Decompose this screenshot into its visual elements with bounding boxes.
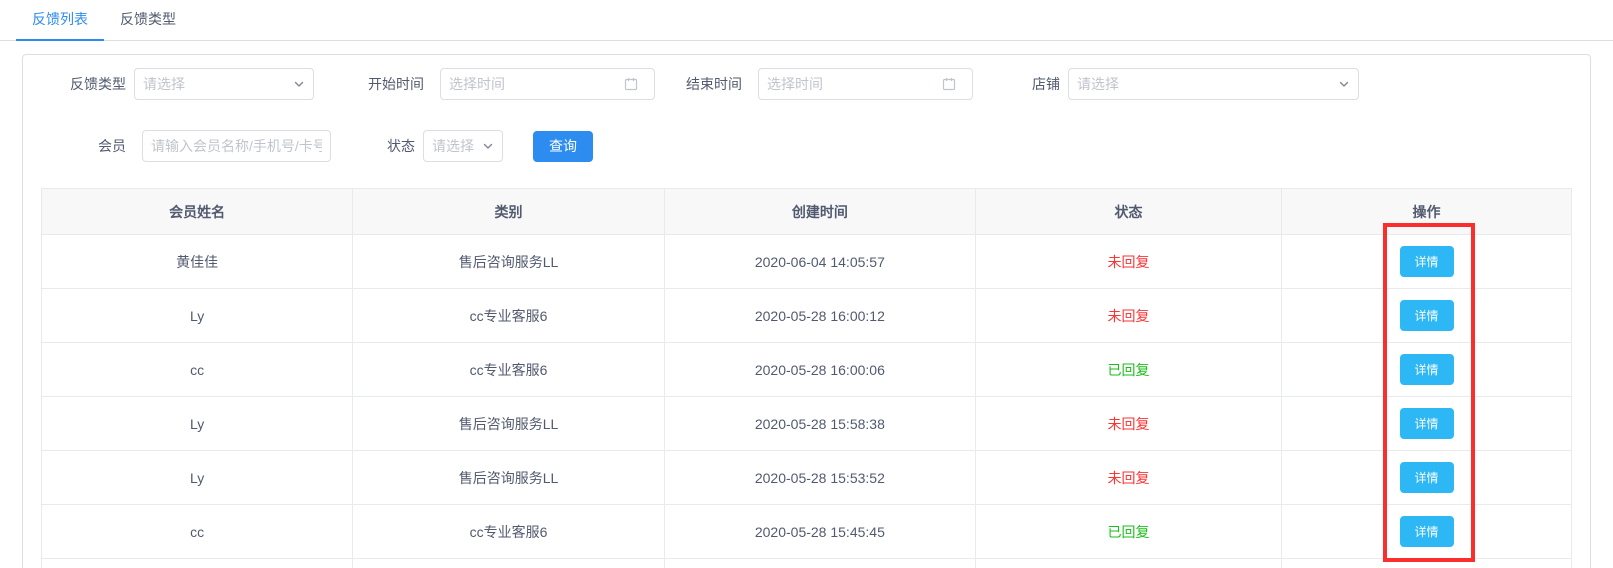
feedback-table-wrap: 会员姓名 类别 创建时间 状态 操作 黄佳佳 售后咨询服务LL 2020-06-…: [40, 188, 1572, 568]
calendar-icon: [942, 77, 956, 91]
category-cell: 售后咨询服务LL: [458, 415, 559, 432]
filter-row-1: 反馈类型 请选择 开始时间 结束时间 店铺 请选择: [41, 68, 1572, 100]
tab-feedback-type[interactable]: 反馈类型: [104, 0, 192, 41]
end-time-input[interactable]: [758, 68, 973, 100]
created-time-cell: 2020-05-28 15:53:52: [754, 469, 885, 486]
member-name-cell: Ly: [190, 415, 205, 432]
tab-feedback-list[interactable]: 反馈列表: [16, 0, 104, 41]
detail-button[interactable]: 详情: [1399, 246, 1454, 277]
col-header-created-time: 创建时间: [663, 188, 977, 235]
shop-select-placeholder: 请选择: [1077, 76, 1119, 92]
table-row: cc cc专业客服6 2020-05-28 16:00:06 已回复 详情: [40, 342, 1572, 397]
status-cell: 未回复: [1107, 307, 1150, 324]
col-header-status: 状态: [975, 188, 1283, 235]
category-cell: cc专业客服6: [469, 361, 548, 378]
detail-button[interactable]: 详情: [1399, 354, 1454, 385]
status-label: 状态: [387, 138, 415, 154]
category-cell: 售后咨询服务LL: [458, 469, 559, 486]
status-select[interactable]: 请选择: [423, 130, 503, 162]
status-cell: 未回复: [1107, 415, 1150, 432]
member-label: 会员: [98, 138, 126, 154]
table-header-row: 会员姓名 类别 创建时间 状态 操作: [40, 188, 1572, 235]
detail-button[interactable]: 详情: [1399, 516, 1454, 547]
table-row: [40, 558, 1572, 568]
created-time-cell: 2020-05-28 16:00:06: [754, 361, 885, 378]
feedback-type-select[interactable]: 请选择: [134, 68, 314, 100]
created-time-cell: 2020-06-04 14:05:57: [754, 253, 885, 270]
category-cell: cc专业客服6: [469, 523, 548, 540]
col-header-action: 操作: [1281, 188, 1572, 235]
chevron-down-icon: [482, 140, 494, 152]
table-row: Ly 售后咨询服务LL 2020-05-28 15:53:52 未回复 详情: [40, 450, 1572, 505]
created-time-cell: 2020-05-28 16:00:12: [754, 307, 885, 324]
created-time-cell: 2020-05-28 15:58:38: [754, 415, 885, 432]
feedback-type-select-placeholder: 请选择: [143, 76, 185, 92]
tab-bar: 反馈列表 反馈类型: [0, 0, 1613, 41]
member-name-cell: 黄佳佳: [176, 253, 219, 270]
status-cell: 未回复: [1107, 469, 1150, 486]
end-time-label: 结束时间: [686, 76, 742, 92]
member-name-cell: Ly: [190, 307, 205, 324]
member-input[interactable]: [142, 130, 331, 162]
category-cell: 售后咨询服务LL: [458, 253, 559, 270]
member-name-cell: cc: [190, 361, 205, 378]
start-time-input[interactable]: [440, 68, 655, 100]
detail-button[interactable]: 详情: [1399, 408, 1454, 439]
shop-select[interactable]: 请选择: [1068, 68, 1359, 100]
status-cell: 已回复: [1107, 523, 1150, 540]
start-time-label: 开始时间: [368, 76, 424, 92]
col-header-member-name: 会员姓名: [40, 188, 354, 235]
search-button[interactable]: 查询: [533, 130, 593, 162]
feedback-table: 会员姓名 类别 创建时间 状态 操作 黄佳佳 售后咨询服务LL 2020-06-…: [40, 188, 1572, 568]
shop-label: 店铺: [1032, 76, 1060, 92]
chevron-down-icon: [293, 78, 305, 90]
detail-button[interactable]: 详情: [1399, 462, 1454, 493]
created-time-cell: 2020-05-28 15:45:45: [754, 523, 885, 540]
chevron-down-icon: [1338, 78, 1350, 90]
table-row: cc cc专业客服6 2020-05-28 15:45:45 已回复 详情: [40, 504, 1572, 559]
member-name-cell: cc: [190, 523, 205, 540]
member-name-cell: Ly: [190, 469, 205, 486]
status-select-placeholder: 请选择: [432, 138, 474, 154]
col-header-category: 类别: [352, 188, 665, 235]
table-row: Ly cc专业客服6 2020-05-28 16:00:12 未回复 详情: [40, 288, 1572, 343]
feedback-type-label: 反馈类型: [70, 76, 126, 92]
filter-row-2: 会员 状态 请选择 查询: [41, 130, 1572, 162]
status-cell: 未回复: [1107, 253, 1150, 270]
calendar-icon: [624, 77, 638, 91]
content-card: 反馈类型 请选择 开始时间 结束时间 店铺 请选择: [22, 54, 1591, 568]
table-row: Ly 售后咨询服务LL 2020-05-28 15:58:38 未回复 详情: [40, 396, 1572, 451]
category-cell: cc专业客服6: [469, 307, 548, 324]
detail-button[interactable]: 详情: [1399, 300, 1454, 331]
table-row: 黄佳佳 售后咨询服务LL 2020-06-04 14:05:57 未回复 详情: [40, 234, 1572, 289]
status-cell: 已回复: [1107, 361, 1150, 378]
